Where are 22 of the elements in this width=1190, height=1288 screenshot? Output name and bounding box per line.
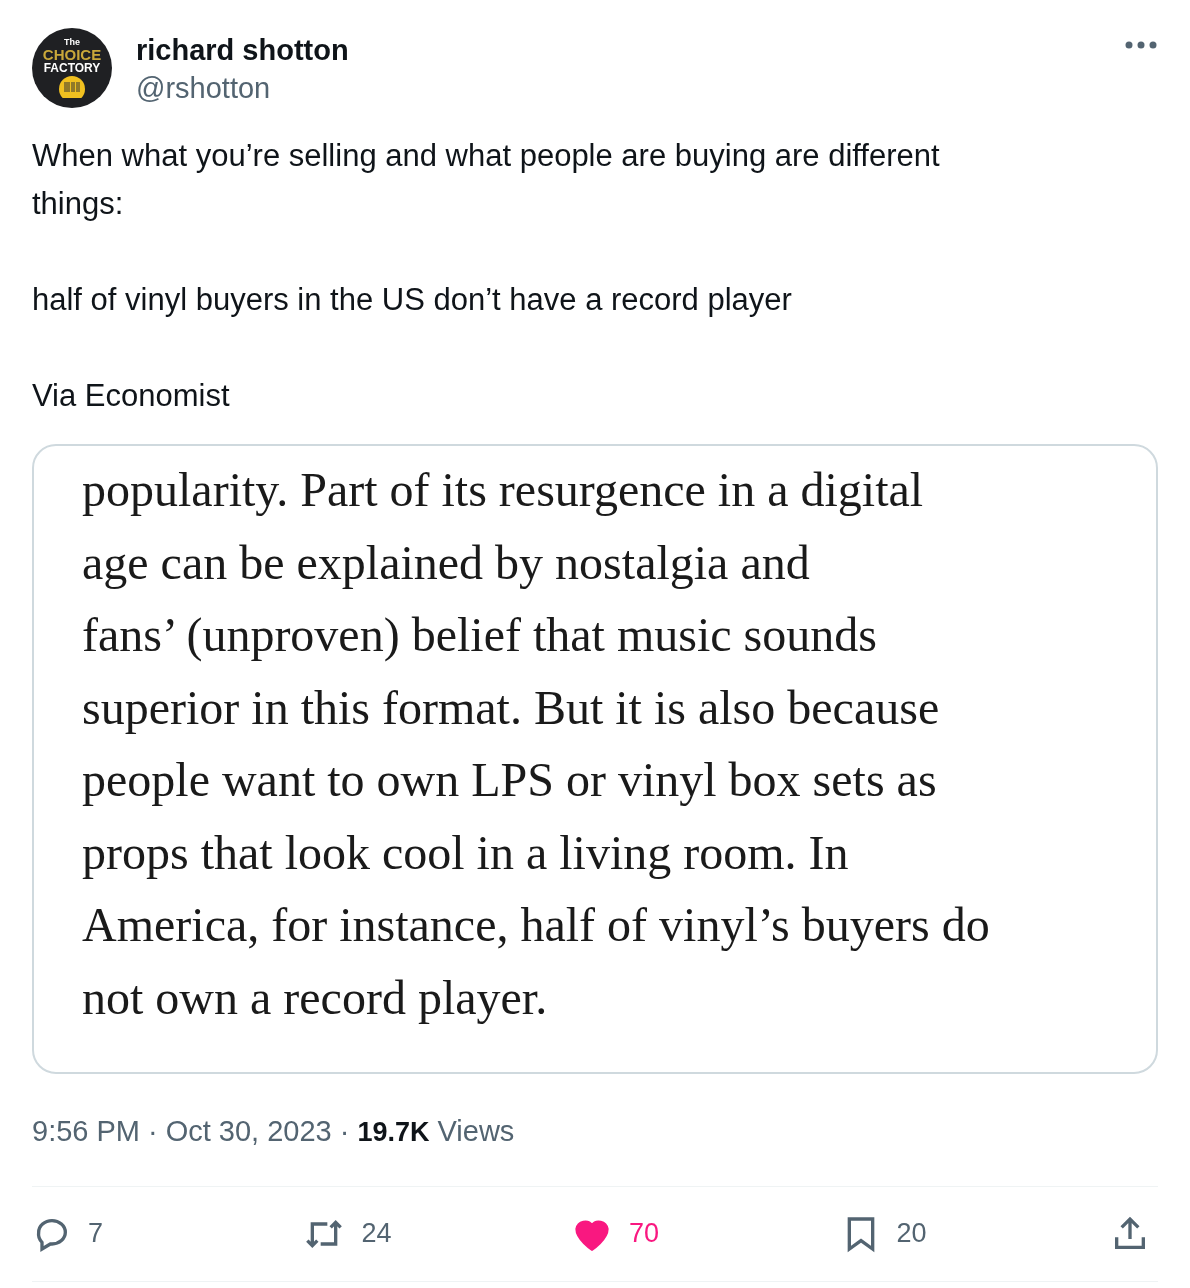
- repost-button[interactable]: 24: [301, 1213, 392, 1254]
- avatar[interactable]: The CHOICE FACTORY: [32, 28, 112, 108]
- author-name[interactable]: richard shotton: [136, 32, 349, 68]
- more-options-icon[interactable]: [1124, 40, 1158, 50]
- barcode-badge-icon: [57, 76, 87, 98]
- logo-text: The: [64, 38, 80, 47]
- view-count: 19.7K Views: [357, 1114, 515, 1149]
- bookmark-button[interactable]: 20: [840, 1211, 927, 1256]
- logo-text: CHOICE: [42, 47, 102, 62]
- separator-dot: ·: [339, 1114, 350, 1149]
- tweet-text: When what you’re selling and what people are buying are different things:: [32, 137, 941, 223]
- tweet-text: Via Economist: [32, 377, 231, 415]
- author-handle[interactable]: @rshotton: [136, 68, 349, 108]
- article-excerpt-image[interactable]: [32, 444, 1158, 1074]
- logo-text: FACTORY: [43, 62, 101, 74]
- timestamp[interactable]: 9:56 PM: [32, 1110, 140, 1154]
- like-button[interactable]: 70: [571, 1213, 660, 1254]
- date[interactable]: Oct 30, 2023: [165, 1110, 332, 1154]
- reply-button[interactable]: 7: [32, 1213, 104, 1254]
- separator-dot: ·: [148, 1114, 158, 1149]
- tweet-text: half of vinyl buyers in the US don’t have a record player: [32, 281, 793, 319]
- article-text: popularity. Part of its resurgence in a digital age can be explained by nostalgia and fans’ (unproven) belief that music sounds superior in this format. But it is also because people want to own LPS or vinyl box sets as props that look cool in a living room. In America, for instance, half of vinyl’s buyers do not own a record player.: [82, 462, 991, 1026]
